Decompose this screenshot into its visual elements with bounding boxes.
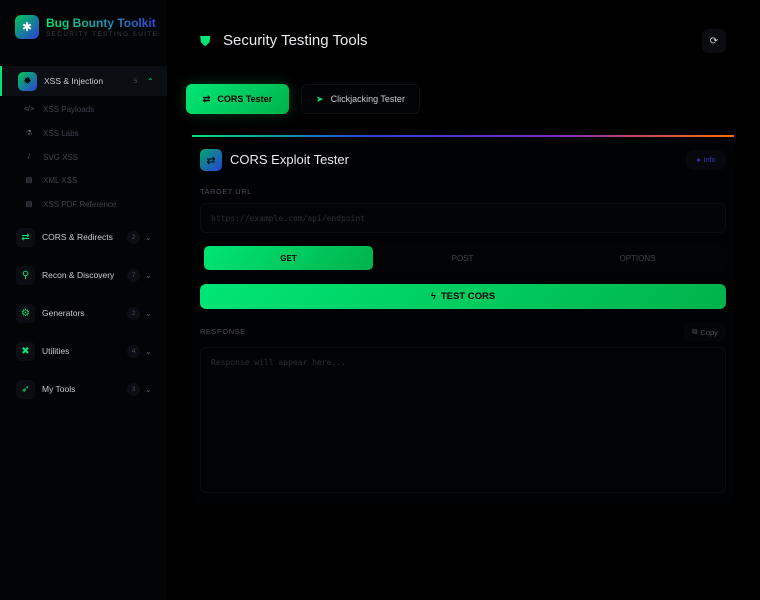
category-label: Recon & Discovery <box>42 270 115 280</box>
shield-icon: ⛊ <box>200 33 211 49</box>
copy-label: Copy <box>700 327 718 337</box>
category-label: Generators <box>42 308 85 318</box>
category-generators[interactable]: ⚙ Generators 2 ⌄ <box>0 298 167 328</box>
chevron-down-icon: ⌄ <box>145 346 152 356</box>
category-count: 7 <box>127 268 140 282</box>
category-xss-injection[interactable]: ✹ XSS & Injection 5 ⌃ <box>0 66 167 96</box>
refresh-icon: ⟳ <box>709 35 719 47</box>
info-icon: ● <box>696 156 701 164</box>
category-my-tools[interactable]: ➶ My Tools 3 ⌄ <box>0 374 167 404</box>
sidebar: ✱ Bug Bounty Toolkit SECURITY TESTING SU… <box>0 0 167 600</box>
target-url-input[interactable]: https://example.com/api/endpoint <box>200 203 726 233</box>
response-label: RESPONSE <box>200 327 246 336</box>
rocket-icon: ➶ <box>16 379 35 399</box>
bug-logo-icon: ✱ <box>15 15 39 39</box>
chevron-down-icon: ⌄ <box>145 384 152 394</box>
card-title: CORS Exploit Tester <box>230 152 349 167</box>
refresh-button[interactable]: ⟳ <box>702 29 726 53</box>
tab-label: CORS Tester <box>217 94 273 104</box>
category-recon-discovery[interactable]: ⚲ Recon & Discovery 7 ⌄ <box>0 260 167 290</box>
exchange-icon: ⇄ <box>200 149 222 171</box>
gears-icon: ⚙ <box>16 303 35 323</box>
item-label: XSS Payloads <box>43 104 95 114</box>
test-label: TEST CORS <box>440 291 496 302</box>
copy-button[interactable]: ⧉ Copy <box>684 323 726 341</box>
tab-clickjacking-tester[interactable]: ➤ Clickjacking Tester <box>301 84 420 114</box>
category-label: CORS & Redirects <box>42 232 113 242</box>
cursor-icon: ➤ <box>316 93 324 104</box>
code-icon: </> <box>23 105 35 113</box>
item-label: XSS Labs <box>43 128 79 138</box>
category-count: 2 <box>127 230 140 244</box>
category-count: 3 <box>127 382 140 396</box>
exchange-icon: ⇄ <box>16 227 35 247</box>
chevron-down-icon: ⌄ <box>145 308 152 318</box>
item-label: SVG XSS <box>43 152 79 162</box>
tools-icon: ✖ <box>16 341 35 361</box>
bolt-icon: ϟ <box>430 291 436 302</box>
page-title: Security Testing Tools <box>223 32 368 49</box>
tab-cors-tester[interactable]: ⇄ CORS Tester <box>186 84 289 114</box>
file-pdf-icon: ▤ <box>25 201 33 208</box>
brand-title: Bug Bounty Toolkit <box>46 16 156 30</box>
search-icon: ⚲ <box>16 265 35 285</box>
category-count: 5 <box>129 74 142 88</box>
exchange-icon: ⇄ <box>202 93 211 104</box>
info-label: Info <box>703 156 716 164</box>
category-count: 4 <box>127 344 140 358</box>
bug-icon: ✹ <box>18 71 37 91</box>
method-options[interactable]: OPTIONS <box>553 246 722 270</box>
test-cors-button[interactable]: ϟ TEST CORS <box>200 284 726 309</box>
category-count: 2 <box>127 306 140 320</box>
copy-icon: ⧉ <box>692 327 698 336</box>
file-code-icon: ▤ <box>25 177 33 184</box>
method-selector: GET POST OPTIONS <box>200 243 726 273</box>
chevron-down-icon: ⌄ <box>145 270 152 280</box>
target-url-label: TARGET URL <box>200 187 252 196</box>
brush-icon: / <box>28 153 30 161</box>
item-label: XML XSS <box>43 175 78 185</box>
category-label: XSS & Injection <box>44 76 104 86</box>
brand-subtitle: SECURITY TESTING SUITE <box>46 31 159 38</box>
tab-label: Clickjacking Tester <box>330 94 405 104</box>
method-post[interactable]: POST <box>378 246 547 270</box>
category-cors-redirects[interactable]: ⇄ CORS & Redirects 2 ⌄ <box>0 222 167 252</box>
chevron-down-icon: ⌄ <box>145 232 152 242</box>
category-label: Utilities <box>42 346 70 356</box>
method-get[interactable]: GET <box>204 246 373 270</box>
category-label: My Tools <box>42 384 76 394</box>
info-button[interactable]: ● Info <box>686 150 726 170</box>
response-textarea[interactable]: Response will appear here... <box>200 347 726 493</box>
flask-icon: ⚗ <box>25 130 33 137</box>
chevron-up-icon: ⌃ <box>147 76 154 86</box>
category-utilities[interactable]: ✖ Utilities 4 ⌄ <box>0 336 167 366</box>
item-label: XSS PDF Reference <box>43 199 117 209</box>
